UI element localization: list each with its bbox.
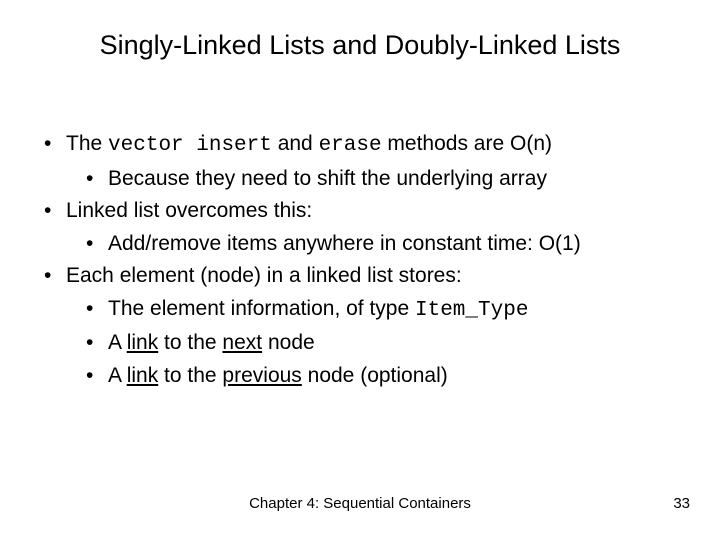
bullet-list: The vector insert and erase methods are … [44, 128, 684, 392]
text: Linked list overcomes this: [66, 199, 312, 222]
text: methods are O(n) [382, 132, 552, 155]
underlined-text: next [222, 331, 262, 354]
bullet-sub-item: Because they need to shift the underlyin… [44, 163, 684, 196]
underlined-text: previous [222, 364, 301, 387]
code-text: vector insert [108, 134, 272, 157]
text: Each element (node) in a linked list sto… [66, 264, 462, 287]
page-number: 33 [673, 495, 690, 512]
bullet-sub-item: Add/remove items anywhere in constant ti… [44, 228, 684, 261]
slide-title: Singly-Linked Lists and Doubly-Linked Li… [0, 30, 720, 61]
text: node (optional) [302, 364, 448, 387]
footer-chapter: Chapter 4: Sequential Containers [0, 495, 720, 512]
bullet-item: Linked list overcomes this: [44, 195, 684, 228]
bullet-item: The vector insert and erase methods are … [44, 128, 684, 163]
slide-body: The vector insert and erase methods are … [44, 128, 684, 392]
text: The [66, 132, 108, 155]
text: The element information, of type [108, 297, 415, 320]
text: node [262, 331, 315, 354]
text: Add/remove items anywhere in constant ti… [108, 232, 581, 255]
code-text: Item_Type [415, 299, 528, 322]
text: to the [158, 331, 222, 354]
text: Because they need to shift the underlyin… [108, 167, 547, 190]
code-text: erase [319, 134, 382, 157]
text: A [108, 331, 127, 354]
text: and [272, 132, 319, 155]
text: A [108, 364, 127, 387]
bullet-sub-item: A link to the previous node (optional) [44, 360, 684, 393]
bullet-item: Each element (node) in a linked list sto… [44, 260, 684, 293]
underlined-text: link [127, 364, 159, 387]
text: to the [158, 364, 222, 387]
bullet-sub-item: A link to the next node [44, 327, 684, 360]
bullet-sub-item: The element information, of type Item_Ty… [44, 293, 684, 328]
slide: Singly-Linked Lists and Doubly-Linked Li… [0, 0, 720, 540]
underlined-text: link [127, 331, 159, 354]
